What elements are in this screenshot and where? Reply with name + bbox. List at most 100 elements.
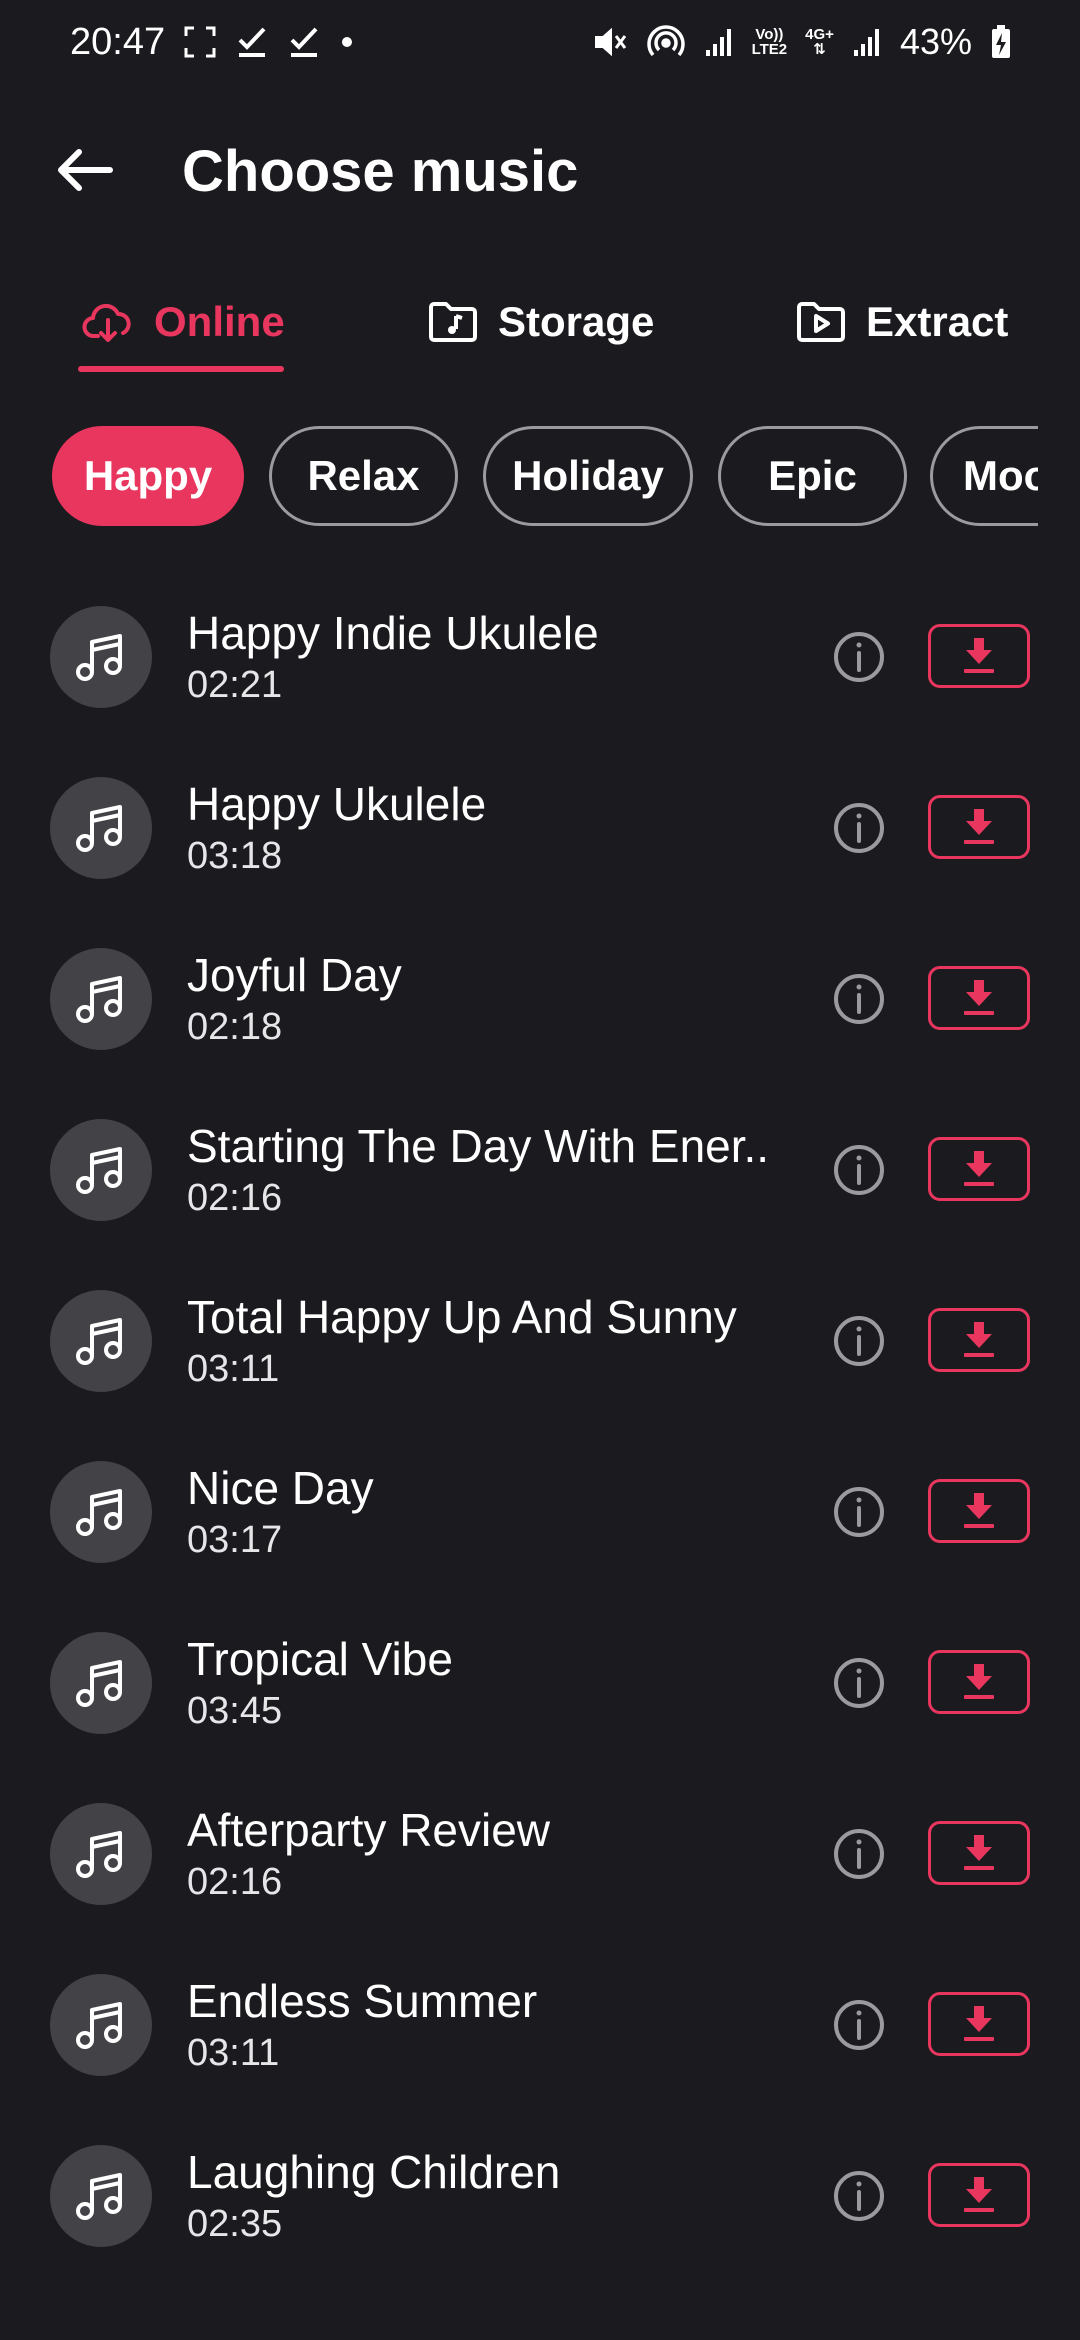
signal-icon [704,26,734,58]
track-avatar [50,2145,152,2247]
download-button[interactable] [928,1992,1030,2056]
track-duration: 02:18 [187,1006,283,1048]
tab-bar: Online Storage Extract [0,268,1080,376]
screenshot-icon [183,25,217,59]
download-button[interactable] [928,624,1030,688]
download-button[interactable] [928,966,1030,1030]
tab-storage[interactable]: Storage [428,268,654,376]
info-icon [834,2171,884,2221]
chip-happy[interactable]: Happy [52,426,244,526]
track-title: Joyful Day [187,949,402,1001]
track-duration: 02:16 [187,1861,283,1903]
music-note-icon [76,1147,122,1194]
chip-relax[interactable]: Relax [269,426,458,526]
status-left: 20:47 [70,21,355,64]
cloud-download-icon [82,303,131,342]
music-note-icon [76,1489,122,1536]
data-arrows-icon: ⇅ [813,41,826,58]
tab-label: Extract [866,298,1009,345]
track-row[interactable]: Tropical Vibe 03:45 [0,1632,1080,1802]
info-button[interactable] [832,1143,886,1197]
check-icon [235,25,269,59]
track-row[interactable]: Afterparty Review 02:16 [0,1803,1080,1973]
track-duration: 02:21 [187,664,283,706]
download-button[interactable] [928,1137,1030,1201]
dot-icon [339,34,355,50]
track-row[interactable]: Laughing Children 02:35 [0,2145,1080,2315]
download-button[interactable] [928,1821,1030,1885]
track-title: Laughing Children [187,2146,561,2198]
active-tab-indicator [78,366,284,372]
status-right: Vo)) LTE2 4G+ ⇅ 43% [592,21,1012,63]
info-button[interactable] [832,630,886,684]
tab-online[interactable]: Online [82,268,285,376]
track-row[interactable]: Starting The Day With Ener.. 02:16 [0,1119,1080,1289]
track-row[interactable]: Endless Summer 03:11 [0,1974,1080,2144]
download-button[interactable] [928,795,1030,859]
download-icon [964,638,994,673]
download-icon [964,1664,994,1699]
track-duration: 02:35 [187,2203,283,2245]
track-avatar [50,606,152,708]
info-button[interactable] [832,1485,886,1539]
track-title: Tropical Vibe [187,1633,453,1685]
track-duration: 02:16 [187,1177,283,1219]
info-icon [834,1316,884,1366]
track-duration: 03:11 [187,2032,280,2074]
download-button[interactable] [928,1479,1030,1543]
track-title: Endless Summer [187,1975,538,2027]
tab-extract[interactable]: Extract [796,268,1008,376]
music-note-icon [76,1831,122,1878]
info-button[interactable] [832,1314,886,1368]
info-button[interactable] [832,2169,886,2223]
battery-percent: 43% [899,21,972,62]
header: Choose music [0,120,1080,220]
info-button[interactable] [832,801,886,855]
chip-epic[interactable]: Epic [718,426,907,526]
track-avatar [50,1974,152,2076]
download-icon [964,1151,994,1186]
music-note-icon [76,1660,122,1707]
track-duration: 03:17 [187,1519,283,1561]
track-title: Nice Day [187,1462,374,1514]
info-icon [834,632,884,682]
track-row[interactable]: Happy Ukulele 03:18 [0,777,1080,947]
info-button[interactable] [832,972,886,1026]
download-icon [964,1322,994,1357]
track-avatar [50,1803,152,1905]
track-row[interactable]: Total Happy Up And Sunny 03:11 [0,1290,1080,1460]
check-icon [287,25,321,59]
chip-holiday[interactable]: Holiday [483,426,693,526]
back-button[interactable] [50,142,120,198]
info-button[interactable] [832,1827,886,1881]
video-folder-icon [797,302,845,342]
download-icon [964,2177,994,2212]
track-row[interactable]: Happy Indie Ukulele 02:21 [0,606,1080,776]
network-label: Vo)) LTE2 [752,27,788,57]
chip-mood[interactable]: Mood [930,426,1038,526]
download-button[interactable] [928,1308,1030,1372]
download-icon [964,980,994,1015]
page-title: Choose music [182,139,579,204]
arrow-left-icon [58,149,113,191]
info-icon [834,1487,884,1537]
music-note-icon [76,2173,122,2220]
track-duration: 03:11 [187,1348,280,1390]
music-note-icon [76,805,122,852]
network-label-bottom: LTE2 [751,41,788,58]
track-title: Starting The Day With Ener.. [187,1120,770,1172]
track-avatar [50,1290,152,1392]
download-button[interactable] [928,2163,1030,2227]
mute-icon [592,24,628,60]
track-row[interactable]: Joyful Day 02:18 [0,948,1080,1118]
track-row[interactable]: Nice Day 03:17 [0,1461,1080,1631]
download-icon [964,809,994,844]
track-avatar [50,1632,152,1734]
info-button[interactable] [832,1998,886,2052]
track-title: Happy Indie Ukulele [187,607,599,659]
track-avatar [50,1119,152,1221]
network-label-top: Vo)) [755,26,784,43]
info-button[interactable] [832,1656,886,1710]
music-folder-icon [429,302,477,342]
download-button[interactable] [928,1650,1030,1714]
